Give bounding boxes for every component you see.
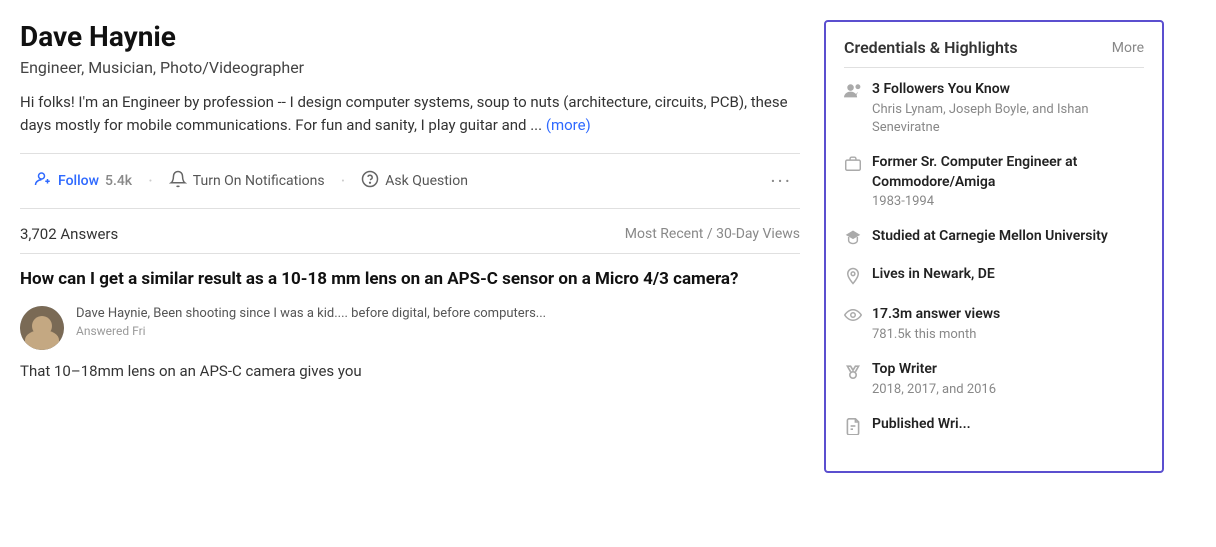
cred-job-content: Former Sr. Computer Engineer at Commodor… [872, 153, 1144, 211]
published-icon [844, 417, 862, 439]
answer-continuation: That 10–18mm lens on an APS-C camera giv… [20, 360, 800, 383]
bio-text: Hi folks! I'm an Engineer by profession … [20, 93, 788, 134]
answer-preview: Dave Haynie, Been shooting since I was a… [20, 306, 800, 350]
profile-tagline: Engineer, Musician, Photo/Videographer [20, 58, 800, 77]
left-panel: Dave Haynie Engineer, Musician, Photo/Vi… [20, 20, 800, 527]
cred-item-followers: 3 Followers You Know Chris Lynam, Joseph… [844, 80, 1144, 137]
credentials-title: Credentials & Highlights [844, 38, 1018, 57]
answer-author-line: Dave Haynie, Been shooting since I was a… [76, 306, 800, 321]
cred-topwriter-content: Top Writer 2018, 2017, and 2016 [872, 360, 996, 399]
cred-item-topwriter: Top Writer 2018, 2017, and 2016 [844, 360, 1144, 399]
bell-icon [169, 170, 187, 192]
award-icon [844, 362, 862, 384]
location-icon [844, 267, 862, 289]
cred-item-location: Lives in Newark, DE [844, 265, 1144, 289]
avatar [20, 306, 64, 350]
action-bar: Follow 5.4k · Turn On Notifications · [20, 153, 800, 209]
cred-education-content: Studied at Carnegie Mellon University [872, 227, 1108, 247]
cred-views-main: 17.3m answer views [872, 305, 1000, 325]
profile-name: Dave Haynie [20, 20, 800, 54]
cred-views-sub: 781.5k this month [872, 326, 1000, 344]
bio-more-link[interactable]: (more) [546, 116, 591, 134]
cred-job-sub: 1983-1994 [872, 193, 1144, 211]
follow-label: Follow [58, 173, 99, 189]
cred-views-content: 17.3m answer views 781.5k this month [872, 305, 1000, 344]
answered-date: Answered Fri [76, 324, 800, 338]
question-title[interactable]: How can I get a similar result as a 10-1… [20, 268, 800, 292]
cred-education-main: Studied at Carnegie Mellon University [872, 227, 1108, 247]
briefcase-icon [844, 155, 862, 175]
credentials-panel: Credentials & Highlights More 3 Follower… [824, 20, 1164, 473]
views-icon [844, 307, 862, 326]
notifications-button[interactable]: Turn On Notifications [155, 164, 339, 198]
ask-label: Ask Question [385, 173, 468, 189]
follow-count: 5.4k [105, 173, 132, 189]
cred-item-job: Former Sr. Computer Engineer at Commodor… [844, 153, 1144, 211]
more-options-button[interactable]: ··· [762, 169, 800, 193]
cred-followers-main: 3 Followers You Know [872, 80, 1144, 100]
answers-count: 3,702 Answers [20, 225, 118, 243]
answers-header: 3,702 Answers Most Recent / 30-Day Views [20, 225, 800, 254]
cred-item-education: Studied at Carnegie Mellon University [844, 227, 1144, 249]
followers-icon [844, 82, 862, 102]
follow-button[interactable]: Follow 5.4k [20, 164, 146, 198]
credentials-header: Credentials & Highlights More [844, 38, 1144, 68]
credentials-more-link[interactable]: More [1112, 40, 1144, 56]
profile-bio: Hi folks! I'm an Engineer by profession … [20, 91, 800, 138]
cred-topwriter-sub: 2018, 2017, and 2016 [872, 381, 996, 399]
cred-followers-sub: Chris Lynam, Joseph Boyle, and Ishan Sen… [872, 101, 1144, 137]
ask-question-button[interactable]: Ask Question [347, 164, 482, 198]
notify-label: Turn On Notifications [193, 173, 325, 189]
cred-item-published: Published Wri... [844, 415, 1144, 439]
follow-icon [34, 170, 52, 192]
cred-followers-content: 3 Followers You Know Chris Lynam, Joseph… [872, 80, 1144, 137]
cred-topwriter-main: Top Writer [872, 360, 996, 380]
answer-text-block: Dave Haynie, Been shooting since I was a… [76, 306, 800, 350]
cred-location-content: Lives in Newark, DE [872, 265, 995, 285]
cred-job-main: Former Sr. Computer Engineer at Commodor… [872, 153, 1144, 192]
answers-sort[interactable]: Most Recent / 30-Day Views [625, 226, 800, 242]
education-icon [844, 229, 862, 249]
separator-2: · [339, 171, 348, 192]
cred-item-views: 17.3m answer views 781.5k this month [844, 305, 1144, 344]
cred-published-main: Published Wri... [872, 415, 971, 435]
cred-published-content: Published Wri... [872, 415, 971, 435]
question-icon [361, 170, 379, 192]
separator-1: · [146, 171, 155, 192]
cred-location-main: Lives in Newark, DE [872, 265, 995, 285]
